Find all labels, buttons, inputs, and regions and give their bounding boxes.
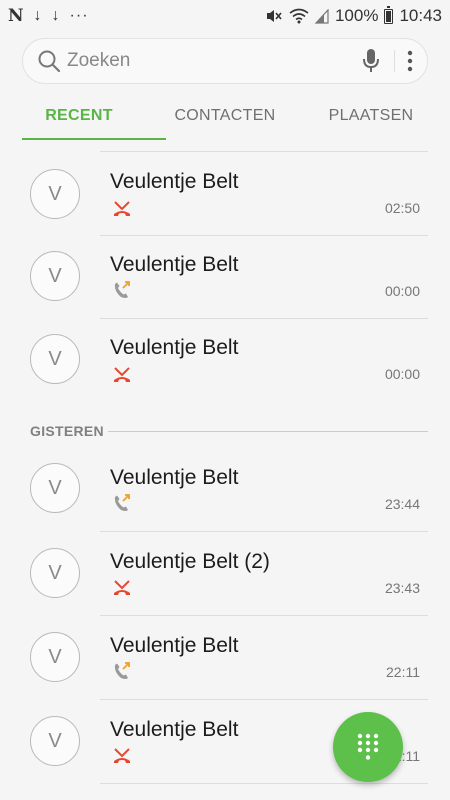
download-icon: ↓ — [33, 7, 42, 24]
call-log-row[interactable]: V Veulentje Belt 23:44 — [0, 448, 450, 532]
caller-name: Veulentje Belt — [110, 253, 239, 276]
call-log-row[interactable]: V Veulentje Belt 00:00 — [0, 319, 450, 403]
search-divider — [394, 50, 395, 72]
search-icon — [38, 50, 61, 73]
caller-name: Veulentje Belt — [110, 466, 239, 489]
signal-icon — [314, 8, 329, 24]
microphone-icon — [363, 49, 379, 72]
wifi-icon — [289, 8, 309, 24]
avatar: V — [30, 548, 80, 598]
missed-call-icon — [114, 580, 130, 595]
call-time: 23:44 — [384, 496, 420, 512]
section-header-gisteren: GISTEREN — [30, 423, 104, 439]
mute-icon — [266, 10, 282, 22]
outgoing-call-icon — [114, 494, 130, 511]
tab-recent[interactable]: RECENT — [0, 92, 166, 140]
outgoing-call-icon — [114, 281, 130, 298]
caller-name: Veulentje Belt — [110, 170, 239, 193]
dialpad-button[interactable] — [333, 712, 403, 782]
battery-percent: 100% — [334, 6, 379, 25]
search-input[interactable] — [67, 39, 362, 83]
avatar: V — [30, 169, 80, 219]
status-bar: N ↓ ↓ ··· 100% 10:43 — [0, 0, 450, 32]
avatar: V — [30, 463, 80, 513]
download-icon: ↓ — [51, 7, 60, 24]
avatar: V — [30, 251, 80, 301]
avatar: V — [30, 716, 80, 766]
call-log-row[interactable]: V Veulentje Belt 02:50 — [0, 152, 450, 236]
caller-name: Veulentje Belt — [110, 336, 239, 359]
battery-icon — [384, 5, 394, 24]
tab-bar: RECENT CONTACTEN PLAATSEN — [0, 92, 450, 140]
caller-name: Veulentje Belt (2) — [110, 550, 270, 573]
missed-call-icon — [114, 367, 130, 382]
call-log-row[interactable]: V Veulentje Belt 00:00 — [0, 236, 450, 320]
outgoing-call-icon — [114, 662, 130, 679]
section-divider — [108, 431, 428, 432]
more-options-button[interactable] — [407, 50, 413, 72]
tab-plaatsen[interactable]: PLAATSEN — [292, 92, 450, 140]
more-notifications-icon: ··· — [69, 7, 89, 24]
missed-call-icon — [114, 748, 130, 763]
status-right: 100% 10:43 — [265, 5, 442, 26]
more-vert-icon — [407, 50, 413, 72]
status-left: N ↓ ↓ ··· — [8, 6, 89, 26]
dialpad-icon — [357, 733, 379, 760]
clock: 10:43 — [399, 6, 442, 25]
search-bar[interactable] — [22, 38, 428, 84]
tab-contacten[interactable]: CONTACTEN — [158, 92, 292, 140]
caller-name: Veulentje Belt — [110, 634, 239, 657]
call-log-row[interactable]: V Veulentje Belt (2) 23:43 — [0, 532, 450, 616]
call-time: 02:50 — [384, 200, 420, 216]
notification-n-icon: N — [8, 6, 24, 26]
voice-search-button[interactable] — [362, 48, 380, 74]
call-time: 23:43 — [384, 580, 420, 596]
list-divider — [100, 783, 428, 784]
call-log-row[interactable]: V Veulentje Belt 22:11 — [0, 616, 450, 700]
call-time: 00:00 — [384, 366, 420, 382]
caller-name: Veulentje Belt — [110, 718, 239, 741]
avatar: V — [30, 632, 80, 682]
missed-call-icon — [114, 201, 130, 216]
call-time: 00:00 — [384, 283, 420, 299]
call-time: 22:11 — [386, 664, 420, 680]
avatar: V — [30, 334, 80, 384]
